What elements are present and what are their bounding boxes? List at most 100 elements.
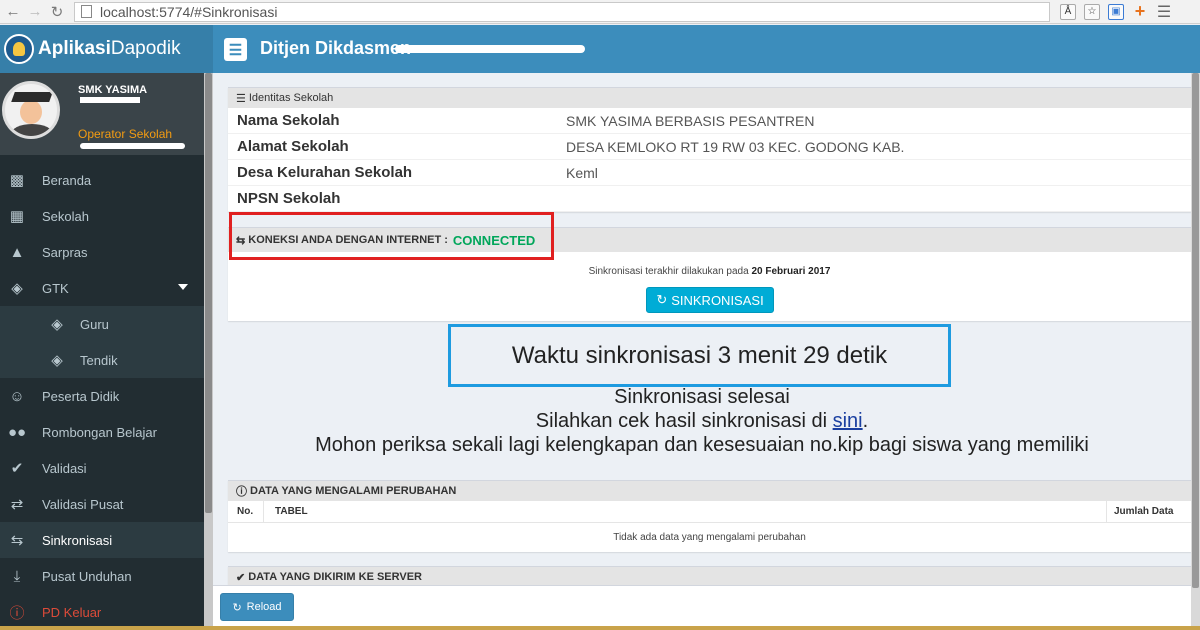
caret-down-icon [178,284,188,290]
extension-icon[interactable]: ▣ [1108,3,1124,20]
sidebar-item-guru[interactable]: ◈ Guru [0,306,204,342]
check-icon: ✔ [236,571,246,584]
reload-button-label: Reload [246,601,282,613]
refresh-icon: ↻ [656,292,668,307]
user-name: SMK YASIMA [78,84,148,96]
road-icon: ▲ [9,243,25,261]
url-text: localhost:5774/#Sinkronisasi [100,3,278,20]
identity-header-label: Identitas Sekolah [248,92,334,104]
brand-rest: Dapodik [110,38,181,59]
changes-box: ⓘ DATA YANG MENGALAMI PERUBAHAN No. TABE… [228,480,1191,552]
last-sync-info: Sinkronisasi terakhir dilakukan pada 20 … [228,266,1191,277]
sidebar-toggle-icon[interactable]: ☰ [224,38,247,61]
graduation-cap-icon: ◈ [51,316,63,333]
sidebar-scroll-thumb[interactable] [205,73,212,513]
reload-page-icon[interactable]: ↻ [46,1,68,23]
sidebar-item-peserta-didik[interactable]: ☺ Peserta Didik [0,378,204,414]
tut-wuri-logo-icon [4,34,34,64]
sidebar-item-validasi[interactable]: ✔ Validasi [0,450,204,486]
brand-bold: Aplikasi [38,38,111,59]
sidebar-item-sarpras[interactable]: ▲ Sarpras [0,234,204,270]
check-result-link[interactable]: sini [833,410,863,432]
desktop-icon: ▩ [9,172,25,189]
refresh-icon: ↻ [232,601,242,614]
brand-logo[interactable]: AplikasiDapodik [0,25,213,73]
sidebar-item-label: Guru [80,316,109,332]
graduation-cap-icon: ◈ [51,352,63,369]
list-icon: ☰ [236,92,246,105]
sidebar-item-label: Peserta Didik [42,388,120,404]
sidebar-item-label: Tendik [80,352,118,368]
identity-header: ☰ Identitas Sekolah [228,88,1191,108]
identity-row: Nama Sekolah SMK YASIMA BERBASIS PESANTR… [228,108,1191,134]
content-scroll-thumb[interactable] [1192,73,1199,588]
sidebar-item-label: Validasi [42,460,87,476]
redaction-mark [395,45,585,53]
sidebar-item-gtk[interactable]: ◈ GTK [0,270,204,306]
user-role: Operator Sekolah [78,127,173,141]
avatar [2,81,60,139]
sidebar-item-sinkronisasi[interactable]: ⇆ Sinkronisasi [0,522,204,558]
bookmark-star-icon[interactable]: ☆ [1084,3,1100,20]
sidebar-item-beranda[interactable]: ▩ Beranda [0,162,204,198]
sync-time-text: Waktu sinkronisasi 3 menit 29 detik [511,341,888,369]
identity-value: SMK YASIMA BERBASIS PESANTREN [566,112,815,129]
browser-menu-icon[interactable]: ☰ [1156,4,1172,21]
kip-message: Mohon periksa sekali lagi kelengkapan da… [315,434,1089,456]
sidebar-item-validasi-pusat[interactable]: ⇄ Validasi Pusat [0,486,204,522]
sidebar-item-label: GTK [42,280,69,296]
download-icon: ⤓ [13,567,21,585]
sidebar-item-label: Rombongan Belajar [42,424,157,440]
address-bar[interactable]: localhost:5774/#Sinkronisasi [74,1,1050,22]
sidebar-item-rombongan-belajar[interactable]: ●● Rombongan Belajar [0,414,204,450]
info-circle-icon: ⓘ [9,604,25,622]
sidebar-item-label: Beranda [42,172,92,188]
sidebar-item-pd-keluar[interactable]: ⓘ PD Keluar [0,594,204,630]
check-icon: ✔ [10,460,24,477]
sync-button[interactable]: ↻ SINKRONISASI [646,287,774,313]
sync-button-label: SINKRONISASI [671,292,764,308]
identity-box: ☰ Identitas Sekolah Nama Sekolah SMK YAS… [228,87,1191,212]
main-content: ☰ Identitas Sekolah Nama Sekolah SMK YAS… [213,73,1200,630]
sidebar-item-tendik[interactable]: ◈ Tendik [0,342,204,378]
page-title: Ditjen Dikdasmen [260,38,412,58]
identity-label: Alamat Sekolah [237,138,349,155]
footer-bar: ↻ Reload [213,585,1191,630]
last-sync-date: 20 Februari 2017 [751,266,831,277]
sidebar: SMK YASIMA Operator Sekolah ▩ Beranda ▦ … [0,73,213,630]
sidebar-item-label: Sekolah [42,208,89,224]
translate-icon[interactable]: Å [1060,3,1076,20]
identity-label: Desa Kelurahan Sekolah [237,164,413,181]
back-icon[interactable]: ← [2,1,24,23]
user-panel: SMK YASIMA Operator Sekolah [0,73,204,155]
sent-header-label: DATA YANG DIKIRIM KE SERVER [248,571,423,583]
last-sync-text: Sinkronisasi terakhir dilakukan pada [588,266,749,277]
sidebar-scrollbar[interactable] [204,73,213,630]
table-header: No. TABEL Jumlah Data [228,500,1191,523]
reload-button[interactable]: ↻ Reload [220,593,294,621]
redaction-mark [80,143,185,149]
identity-row: NPSN Sekolah [228,186,1191,212]
forward-icon[interactable]: → [24,1,46,23]
building-icon: ▦ [9,208,25,225]
identity-row: Desa Kelurahan Sekolah Keml [228,160,1191,186]
graduation-cap-icon: ◈ [11,280,23,297]
exchange-icon: ⇆ [10,532,24,549]
sidebar-item-label: Sarpras [42,244,88,260]
column-no: No. [228,500,264,523]
identity-value: Keml [566,164,598,181]
identity-value: DESA KEMLOKO RT 19 RW 03 KEC. GODONG KAB… [566,138,905,155]
browser-toolbar: ← → ↻ localhost:5774/#Sinkronisasi Å ☆ ▣… [0,0,1200,24]
sidebar-item-sekolah[interactable]: ▦ Sekolah [0,198,204,234]
taskbar-edge [0,626,1200,630]
retweet-icon: ⇄ [10,496,24,513]
sync-time-frame: Waktu sinkronisasi 3 menit 29 detik [448,324,951,387]
content-scrollbar[interactable] [1191,73,1200,630]
sidebar-item-pusat-unduhan[interactable]: ⤓ Pusat Unduhan [0,558,204,594]
info-circle-icon: ⓘ [236,486,247,498]
check-result-message: Silahkan cek hasil sinkronisasi di sini. [535,410,869,432]
plus-extension-icon[interactable]: + [1132,1,1148,21]
sidebar-item-label: Validasi Pusat [42,496,124,512]
sent-header: ✔ DATA YANG DIKIRIM KE SERVER [228,567,1191,587]
page-icon [81,5,92,18]
